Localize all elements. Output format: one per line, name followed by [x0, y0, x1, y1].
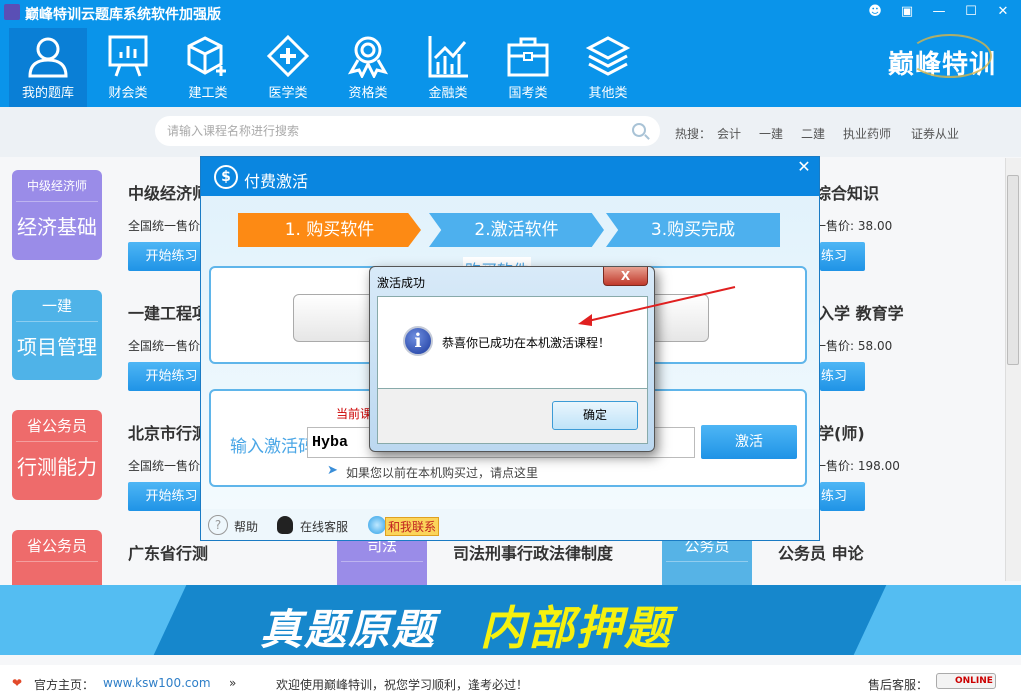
annotation-arrow: [578, 286, 736, 326]
